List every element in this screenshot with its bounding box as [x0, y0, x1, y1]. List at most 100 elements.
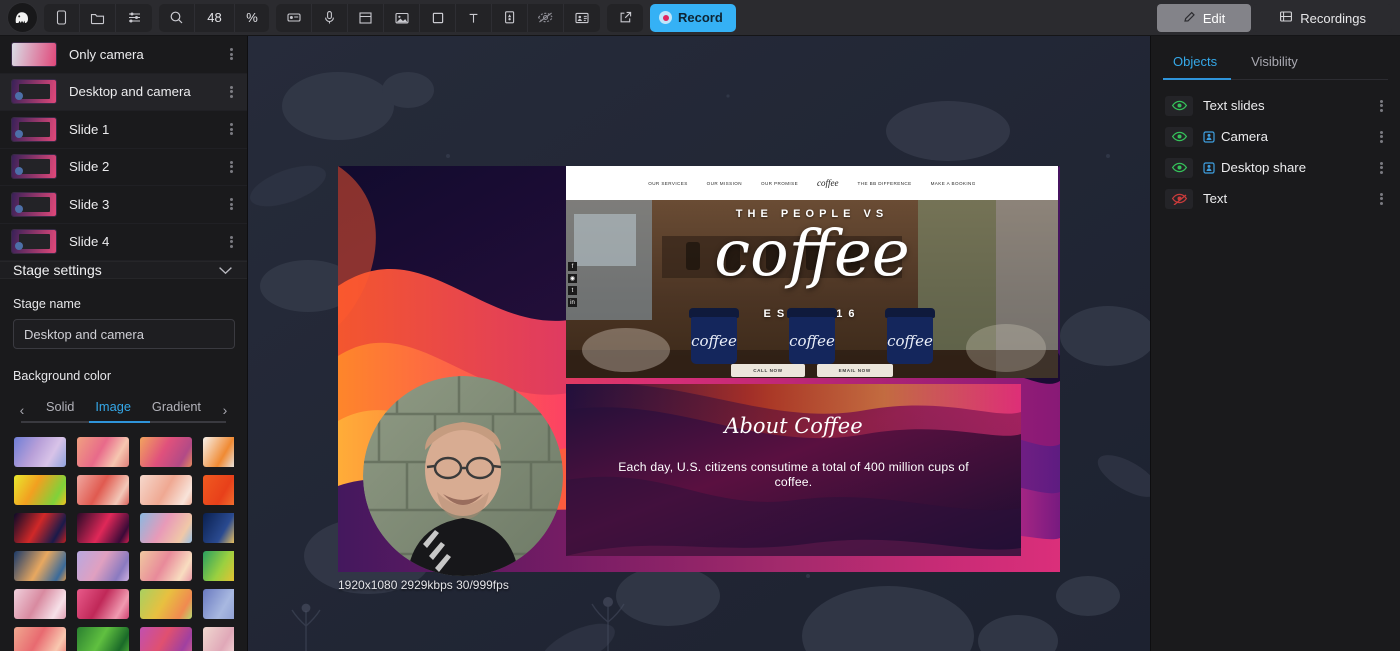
background-image-option-15[interactable] — [203, 551, 234, 581]
tabs-prev-arrow[interactable]: ‹ — [15, 402, 29, 418]
background-image-option-7[interactable] — [203, 475, 234, 505]
visibility-toggle[interactable] — [1165, 158, 1193, 178]
stage-item-3[interactable]: Slide 2 — [0, 149, 247, 187]
object-item-3[interactable]: Text — [1151, 183, 1400, 214]
background-image-option-12[interactable] — [14, 551, 66, 581]
stage-name-input[interactable] — [13, 319, 235, 349]
tab-visibility[interactable]: Visibility — [1241, 48, 1308, 79]
tab-recordings[interactable]: Recordings — [1253, 4, 1392, 32]
camera-bubble[interactable] — [363, 376, 563, 576]
background-image-option-19[interactable] — [203, 589, 234, 619]
call-now-button[interactable]: CALL NOW — [731, 364, 804, 377]
object-item-1[interactable]: Camera — [1151, 121, 1400, 152]
background-image-option-16[interactable] — [14, 589, 66, 619]
bg-tab-solid[interactable]: Solid — [42, 399, 78, 421]
object-drag-handle[interactable] — [1374, 162, 1388, 174]
background-image-option-17[interactable] — [77, 589, 129, 619]
object-drag-handle[interactable] — [1374, 193, 1388, 205]
twitter-icon[interactable]: t — [568, 286, 577, 295]
background-image-option-9[interactable] — [77, 513, 129, 543]
object-item-2[interactable]: Desktop share — [1151, 152, 1400, 183]
folder-button[interactable] — [80, 4, 116, 32]
layout-button[interactable] — [348, 4, 384, 32]
background-image-option-6[interactable] — [140, 475, 192, 505]
stage-settings-header[interactable]: Stage settings — [0, 261, 247, 279]
chevron-down-icon[interactable] — [218, 263, 233, 278]
text-t-button[interactable] — [456, 4, 492, 32]
desktop-share-slide[interactable]: OUR SERVICES OUR MISSION OUR PROMISE cof… — [566, 166, 1058, 378]
app-logo[interactable] — [0, 0, 44, 36]
background-image-option-22[interactable] — [140, 627, 192, 651]
background-image-option-10[interactable] — [140, 513, 192, 543]
stage-item-2[interactable]: Slide 1 — [0, 111, 247, 149]
background-image-option-5[interactable] — [77, 475, 129, 505]
tabs-next-arrow[interactable]: › — [218, 402, 232, 418]
email-now-button[interactable]: EMAIL NOW — [817, 364, 893, 377]
stage-preview[interactable]: OUR SERVICES OUR MISSION OUR PROMISE cof… — [338, 166, 1060, 572]
microphone-button[interactable] — [312, 4, 348, 32]
background-image-option-0[interactable] — [14, 437, 66, 467]
background-image-option-2[interactable] — [140, 437, 192, 467]
device-frame-button[interactable] — [44, 4, 80, 32]
stage-item-4[interactable]: Slide 3 — [0, 186, 247, 224]
record-label: Record — [678, 10, 723, 25]
mmhmm-ghost-logo-icon — [8, 3, 37, 32]
zoom-percent-unit[interactable]: % — [235, 4, 269, 32]
background-color-label: Background color — [13, 369, 234, 383]
canvas-area[interactable]: OUR SERVICES OUR MISSION OUR PROMISE cof… — [248, 36, 1150, 651]
background-image-option-14[interactable] — [140, 551, 192, 581]
object-drag-handle[interactable] — [1374, 131, 1388, 143]
bg-tab-gradient[interactable]: Gradient — [148, 399, 205, 421]
text-slide[interactable]: About Coffee Each day, U.S. citizens con… — [566, 384, 1021, 556]
visibility-toggle[interactable] — [1165, 189, 1193, 209]
adjustments-button[interactable] — [116, 4, 152, 32]
toolbar-group-objects — [276, 4, 600, 32]
square-shape-button[interactable] — [420, 4, 456, 32]
stage-drag-handle[interactable] — [224, 198, 238, 210]
record-dot-icon — [659, 11, 672, 24]
visibility-toggle[interactable] — [1165, 96, 1193, 116]
background-image-option-13[interactable] — [77, 551, 129, 581]
background-image-option-11[interactable] — [203, 513, 234, 543]
external-link-button[interactable] — [607, 4, 643, 32]
presenter-icon-button[interactable] — [276, 4, 312, 32]
bg-tab-image[interactable]: Image — [91, 399, 135, 421]
eye-off-button[interactable] — [528, 4, 564, 32]
tab-edit[interactable]: Edit — [1157, 4, 1251, 32]
cup-label-2: coffee — [789, 332, 835, 350]
background-image-option-20[interactable] — [14, 627, 66, 651]
stage-item-0[interactable]: Only camera — [0, 36, 247, 74]
slide-nav-bar: OUR SERVICES OUR MISSION OUR PROMISE cof… — [566, 166, 1058, 200]
linkedin-icon[interactable]: in — [568, 298, 577, 307]
object-drag-handle[interactable] — [1374, 100, 1388, 112]
object-item-0[interactable]: Text slides — [1151, 90, 1400, 121]
tab-objects[interactable]: Objects — [1163, 48, 1227, 79]
stage-drag-handle[interactable] — [224, 123, 238, 135]
stage-drag-handle[interactable] — [224, 86, 238, 98]
coffee-cup-2: coffee — [789, 308, 835, 364]
background-image-option-21[interactable] — [77, 627, 129, 651]
stage-item-5[interactable]: Slide 4 — [0, 224, 247, 262]
background-image-option-18[interactable] — [140, 589, 192, 619]
stage-drag-handle[interactable] — [224, 236, 238, 248]
background-image-option-23[interactable] — [203, 627, 234, 651]
zoom-level-value[interactable]: 48 — [195, 4, 235, 32]
background-image-option-1[interactable] — [77, 437, 129, 467]
sticker-button[interactable] — [492, 4, 528, 32]
image-button[interactable] — [384, 4, 420, 32]
bg-tabs-underline — [21, 421, 226, 423]
top-toolbar: 48 % — [0, 0, 1400, 36]
stage-drag-handle[interactable] — [224, 48, 238, 60]
left-panel: Only cameraDesktop and cameraSlide 1Slid… — [0, 36, 248, 651]
background-image-option-4[interactable] — [14, 475, 66, 505]
stage-item-1[interactable]: Desktop and camera — [0, 74, 247, 112]
stage-list: Only cameraDesktop and cameraSlide 1Slid… — [0, 36, 247, 261]
record-button[interactable]: Record — [650, 4, 736, 32]
visibility-toggle[interactable] — [1165, 127, 1193, 147]
background-image-grid — [13, 423, 234, 651]
background-image-option-3[interactable] — [203, 437, 234, 467]
id-card-button[interactable] — [564, 4, 600, 32]
search-button[interactable] — [159, 4, 195, 32]
stage-drag-handle[interactable] — [224, 161, 238, 173]
background-image-option-8[interactable] — [14, 513, 66, 543]
